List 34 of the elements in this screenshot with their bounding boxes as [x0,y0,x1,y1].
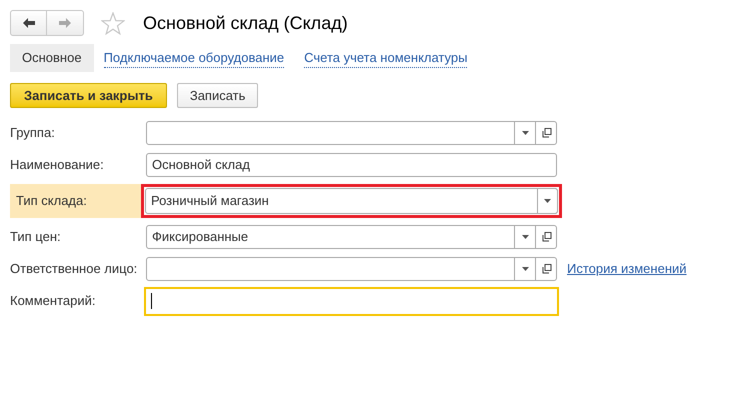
tab[interactable]: Основное [10,44,94,72]
arrow-left-icon [22,17,36,29]
save-and-close-button[interactable]: Записать и закрыть [10,83,167,108]
field-label: Комментарий: [10,292,96,310]
arrow-right-icon [58,17,72,29]
caret-icon [522,131,528,135]
highlighted-label: Тип склада: [10,184,143,218]
save-button[interactable]: Записать [176,83,258,108]
field-label: Группа: [10,124,56,142]
text-cursor [151,293,152,309]
tab[interactable]: Подключаемое оборудование [104,48,284,68]
open-form-icon [540,264,552,274]
select-field[interactable]: Розничный магазин [141,184,562,218]
open-form-icon [540,232,552,242]
select-field[interactable] [146,121,557,145]
select-field[interactable] [146,257,557,281]
caret-icon [544,199,551,203]
open-form-icon [540,128,552,138]
star-icon[interactable] [101,12,125,34]
input-field[interactable]: Основной склад [146,153,557,177]
tab[interactable]: Счета учета номенклатуры [304,48,468,68]
field-label: Наименование: [10,156,105,174]
field-value: Розничный магазин [151,192,269,210]
dropdown-button[interactable] [537,188,558,214]
window-title: Основной склад (Склад) [143,12,348,35]
caret-icon [522,235,528,239]
history-link[interactable]: История изменений [567,259,687,279]
select-field[interactable]: Фиксированные [146,225,557,249]
field-value: Основной склад [152,156,250,174]
field-label: Тип цен: [10,228,62,246]
caret-icon [522,267,528,271]
comment-field[interactable] [144,286,559,316]
field-value: Фиксированные [152,228,248,246]
field-label: Ответственное лицо: [10,260,138,278]
